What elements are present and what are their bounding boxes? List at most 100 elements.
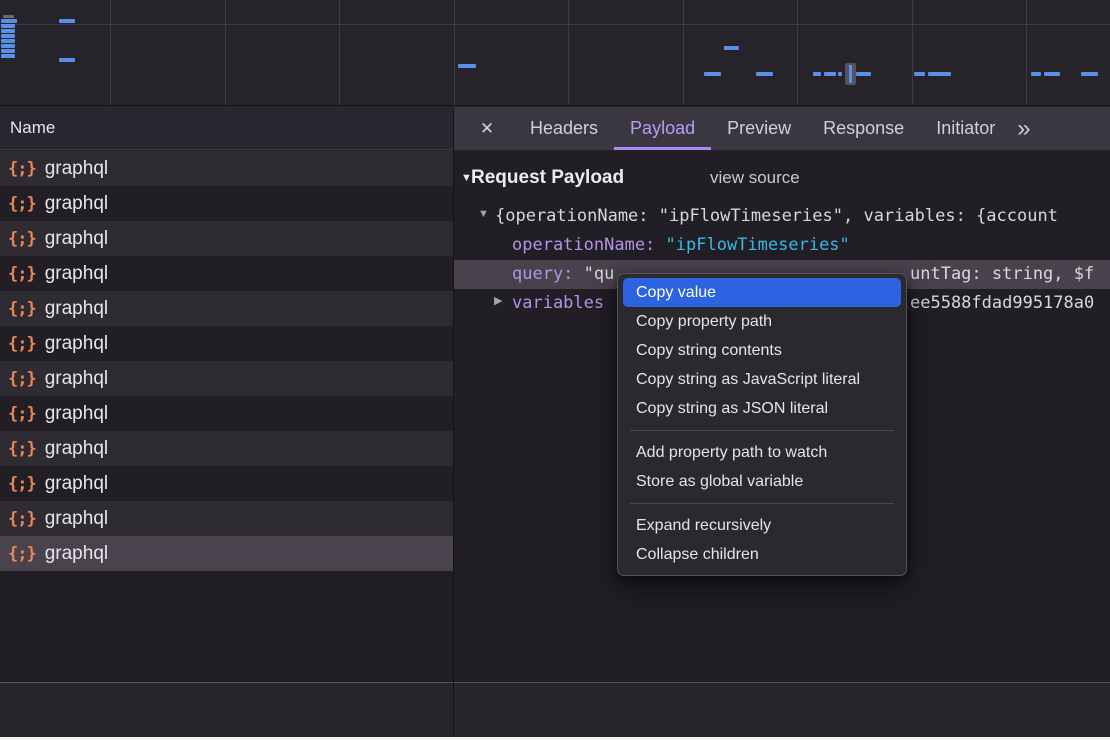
request-name: graphql bbox=[45, 158, 108, 180]
overview-gridline bbox=[0, 24, 1110, 25]
network-request-row[interactable]: {;}graphql bbox=[0, 501, 453, 536]
waterfall-bar bbox=[928, 72, 951, 76]
prop-operationname: operationName: "ipFlowTimeseries" bbox=[512, 231, 850, 260]
network-request-row[interactable]: {;}graphql bbox=[0, 466, 453, 501]
request-name: graphql bbox=[45, 438, 108, 460]
overview-gridline bbox=[683, 0, 684, 105]
waterfall-bar bbox=[1, 39, 15, 43]
waterfall-bar bbox=[756, 72, 773, 76]
network-request-row[interactable]: {;} graphql bbox=[0, 431, 453, 466]
waterfall-bar bbox=[1, 24, 15, 28]
waterfall-bar bbox=[1044, 72, 1060, 76]
waterfall-bar bbox=[1, 54, 15, 58]
overview-gridline bbox=[1026, 0, 1027, 105]
json-braces-icon: {;} bbox=[8, 334, 36, 354]
detail-tab-bar: ✕ HeadersPayloadPreviewResponseInitiator… bbox=[454, 107, 1110, 150]
context-menu: Copy valueCopy property pathCopy string … bbox=[617, 273, 907, 576]
json-braces-icon: {;} bbox=[8, 404, 36, 424]
column-header-name-label: Name bbox=[10, 118, 55, 137]
menu-separator bbox=[630, 430, 894, 431]
network-request-row[interactable]: {;}graphql bbox=[0, 291, 453, 326]
menu-item-copy-string-contents[interactable]: Copy string contents bbox=[618, 336, 906, 365]
waterfall-bar bbox=[824, 72, 836, 76]
request-name: graphql bbox=[45, 368, 108, 390]
column-header-name[interactable]: Name bbox=[0, 107, 453, 150]
menu-item-copy-value[interactable]: Copy value bbox=[623, 278, 901, 307]
prop-operationname-value: "ipFlowTimeseries" bbox=[666, 235, 850, 255]
overview-gridline bbox=[912, 0, 913, 105]
json-prop-row-operationname[interactable]: operationName: "ipFlowTimeseries" bbox=[454, 231, 1110, 260]
menu-item-add-property-path-to-watch[interactable]: Add property path to watch bbox=[618, 438, 906, 467]
network-request-row[interactable]: {;} graphql bbox=[0, 396, 453, 431]
network-request-row[interactable]: {;} graphql bbox=[0, 151, 453, 186]
menu-separator bbox=[630, 503, 894, 504]
json-braces-icon: {;} bbox=[8, 194, 36, 214]
json-braces-icon: {;} bbox=[8, 544, 36, 564]
summary-footer bbox=[0, 683, 1110, 737]
network-request-row[interactable]: {;}graphql bbox=[0, 256, 453, 291]
json-braces-icon: {;} bbox=[8, 369, 36, 389]
waterfall-bar bbox=[838, 72, 842, 76]
network-request-row[interactable]: {;} graphql bbox=[0, 326, 453, 361]
json-braces-icon: {;} bbox=[8, 229, 36, 249]
waterfall-bar bbox=[59, 58, 75, 62]
waterfall-bar bbox=[724, 46, 739, 50]
waterfall-bar bbox=[704, 72, 721, 76]
menu-item-collapse-children[interactable]: Collapse children bbox=[618, 540, 906, 569]
collapse-arrow-icon[interactable]: ▶ bbox=[494, 289, 502, 316]
expand-arrow-icon[interactable]: ▼ bbox=[478, 202, 489, 229]
request-name: graphql bbox=[45, 193, 108, 215]
more-tabs-icon[interactable]: » bbox=[1017, 109, 1028, 149]
request-name: graphql bbox=[45, 508, 108, 530]
waterfall-bar bbox=[1, 29, 15, 33]
json-root-preview: {operationName: "ipFlowTimeseries", vari… bbox=[495, 202, 1058, 231]
request-name: graphql bbox=[45, 263, 108, 285]
network-request-row[interactable]: {;} graphql bbox=[0, 361, 453, 396]
request-payload-section-header[interactable]: ▼ Request Payload view source bbox=[454, 163, 1110, 193]
panel-split-handle[interactable] bbox=[453, 107, 454, 737]
request-name: graphql bbox=[45, 473, 108, 495]
request-name: graphql bbox=[45, 333, 108, 355]
overview-gridline bbox=[797, 0, 798, 105]
request-list: {;} graphql {;} graphql {;} graphql {;} graphql… bbox=[0, 151, 453, 682]
overview-gridline bbox=[568, 0, 569, 105]
waterfall-bar bbox=[1, 49, 15, 53]
tab-payload[interactable]: Payload bbox=[614, 107, 711, 150]
waterfall-bar bbox=[1081, 72, 1098, 76]
menu-item-copy-string-as-javascript-literal[interactable]: Copy string as JavaScript literal bbox=[618, 365, 906, 394]
overview-gridline bbox=[454, 0, 455, 105]
json-braces-icon: {;} bbox=[8, 159, 36, 179]
json-root-row[interactable]: ▼ {operationName: "ipFlowTimeseries", va… bbox=[454, 202, 1110, 231]
prop-variables: variables bbox=[512, 289, 604, 318]
view-source-link[interactable]: view source bbox=[710, 163, 800, 193]
overview-gridline bbox=[339, 0, 340, 105]
tab-headers[interactable]: Headers bbox=[514, 107, 614, 150]
tab-initiator[interactable]: Initiator bbox=[920, 107, 1011, 150]
close-icon[interactable]: ✕ bbox=[472, 119, 502, 139]
network-request-row[interactable]: {;} graphql bbox=[0, 221, 453, 256]
tab-response[interactable]: Response bbox=[807, 107, 920, 150]
waterfall-bar bbox=[856, 72, 871, 76]
devtools-network-panel: Name ✕ HeadersPayloadPreviewResponseInit… bbox=[0, 0, 1110, 740]
prop-query-value-start: "qu bbox=[584, 264, 615, 284]
waterfall-bar bbox=[1031, 72, 1041, 76]
section-title: Request Payload bbox=[471, 163, 624, 193]
menu-item-copy-string-as-json-literal[interactable]: Copy string as JSON literal bbox=[618, 394, 906, 423]
network-request-row[interactable]: {;} graphql bbox=[0, 536, 453, 571]
overview-hover-marker bbox=[845, 63, 856, 85]
json-braces-icon: {;} bbox=[8, 439, 36, 459]
menu-item-expand-recursively[interactable]: Expand recursively bbox=[618, 511, 906, 540]
network-overview-timeline[interactable] bbox=[0, 0, 1110, 106]
tab-preview[interactable]: Preview bbox=[711, 107, 807, 150]
waterfall-bar bbox=[59, 19, 75, 23]
request-name: graphql bbox=[45, 403, 108, 425]
overview-hover-marker-bar bbox=[849, 65, 852, 83]
request-name: graphql bbox=[45, 228, 108, 250]
request-name: graphql bbox=[45, 543, 108, 565]
menu-item-copy-property-path[interactable]: Copy property path bbox=[618, 307, 906, 336]
network-request-row[interactable]: {;} graphql bbox=[0, 186, 453, 221]
menu-item-store-as-global-variable[interactable]: Store as global variable bbox=[618, 467, 906, 496]
prop-variables-value-overflow: ee5588fdad995178a0 bbox=[910, 289, 1094, 318]
waterfall-bar bbox=[1, 34, 15, 38]
waterfall-bar bbox=[3, 15, 14, 18]
